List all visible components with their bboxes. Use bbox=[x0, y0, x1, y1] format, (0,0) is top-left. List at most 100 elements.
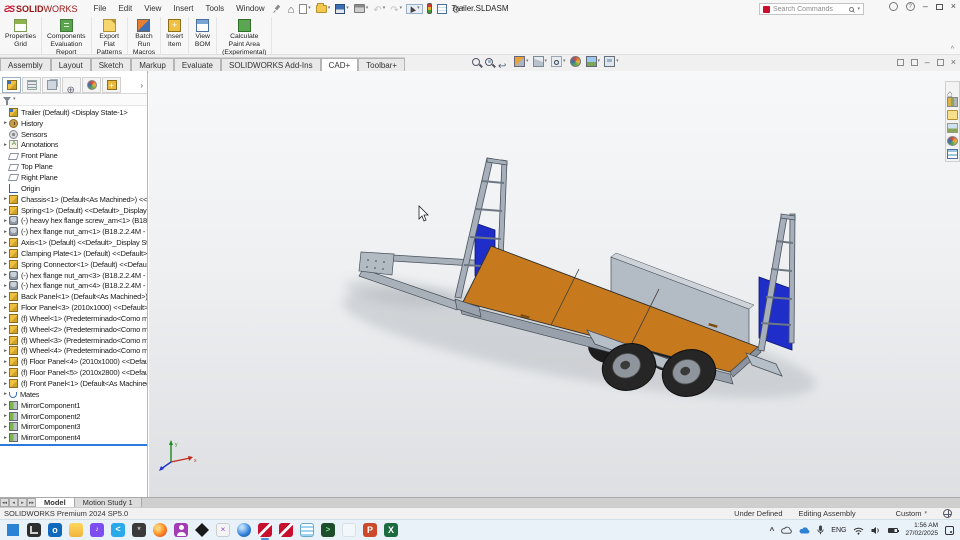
tree-item-row[interactable]: ▸ (-) hex flange nut_am<3> (B18.2.2.4M -… bbox=[0, 270, 147, 281]
user-profile-icon[interactable] bbox=[888, 2, 898, 11]
tree-item-row[interactable]: Sensors bbox=[0, 129, 147, 140]
feature-panel-tab[interactable] bbox=[42, 77, 61, 93]
previous-view-icon[interactable] bbox=[498, 56, 509, 67]
tree-item-row[interactable]: ▸ History bbox=[0, 118, 147, 129]
headsup-tool[interactable]: ▾ bbox=[532, 56, 547, 67]
headsup-tool[interactable] bbox=[569, 56, 582, 67]
menu-item[interactable]: View bbox=[138, 2, 167, 15]
tree-item-row[interactable]: ▸ (-) hex flange nut_am<4> (B18.2.2.4M -… bbox=[0, 281, 147, 292]
tree-item-row[interactable]: ▸ MirrorComponent3 bbox=[0, 421, 147, 432]
open-icon[interactable]: ▾ bbox=[315, 2, 332, 14]
onedrive-icon[interactable] bbox=[799, 526, 810, 535]
rebuild-traffic-icon[interactable] bbox=[426, 2, 433, 15]
tree-item-row[interactable]: ▸ Annotations bbox=[0, 140, 147, 151]
view-orientation-icon[interactable] bbox=[532, 56, 544, 67]
taskbar-clock[interactable]: 1:56 AM 27/02/2025 bbox=[905, 522, 938, 538]
widgets-icon[interactable] bbox=[27, 523, 41, 537]
tree-item-row[interactable]: Front Plane bbox=[0, 150, 147, 161]
outlook-icon[interactable] bbox=[48, 523, 62, 537]
print-icon[interactable]: ▾ bbox=[353, 3, 370, 14]
tree-item-row[interactable]: ▸ (-) hex flange nut_am<1> (B18.2.2.4M -… bbox=[0, 226, 147, 237]
ghost-app-icon[interactable] bbox=[342, 523, 356, 537]
command-button[interactable]: Properties Grid bbox=[0, 17, 42, 54]
doc-close-icon[interactable]: × bbox=[951, 58, 956, 67]
filter-caret-icon[interactable]: ▾ bbox=[13, 97, 16, 102]
inkscape-icon[interactable] bbox=[195, 523, 209, 537]
doc-minimize-icon[interactable]: – bbox=[925, 58, 930, 67]
view-settings-icon[interactable] bbox=[604, 56, 616, 67]
tree-item-row[interactable]: ▸ Clamping Plate<1> (Default) <<Default>… bbox=[0, 248, 147, 259]
tree-item-row[interactable]: Top Plane bbox=[0, 161, 147, 172]
graphics-viewport[interactable]: y x bbox=[149, 71, 960, 497]
tree-item-row[interactable]: ▸ MirrorComponent1 bbox=[0, 400, 147, 411]
viewer-icon[interactable] bbox=[216, 523, 230, 537]
tree-item-row[interactable]: ▸ MirrorComponent2 bbox=[0, 411, 147, 422]
doc-pane-left-icon[interactable] bbox=[896, 59, 904, 66]
tree-root-row[interactable]: Trailer (Default) <Display State-1> bbox=[0, 107, 147, 118]
tree-item-row[interactable]: ▸ (f) Wheel<4> (Predeterminado<Como meca… bbox=[0, 346, 147, 357]
help-icon[interactable]: ? bbox=[905, 2, 915, 11]
command-button[interactable]: Insert Item bbox=[161, 17, 190, 54]
tab-nav-button[interactable]: ▸▸ bbox=[27, 498, 36, 507]
zoom-area-icon[interactable] bbox=[485, 57, 493, 66]
tab-nav-button[interactable]: ▸ bbox=[18, 498, 27, 507]
new-document-icon[interactable]: ▾ bbox=[298, 3, 312, 15]
redo-icon[interactable]: ▾ bbox=[389, 0, 403, 19]
file-explorer-icon[interactable] bbox=[947, 110, 958, 120]
hide-show-icon[interactable] bbox=[551, 56, 563, 67]
menu-item[interactable]: File bbox=[88, 2, 113, 15]
config-caret-icon[interactable]: ▾ bbox=[924, 511, 927, 516]
search-commands-box[interactable]: Search Commands ▾ bbox=[759, 3, 864, 15]
section-view-icon[interactable] bbox=[514, 56, 525, 67]
tab-nav-button[interactable]: ◂◂ bbox=[0, 498, 9, 507]
zoom-fit-icon[interactable] bbox=[472, 57, 480, 66]
tree-item-row[interactable]: Origin bbox=[0, 183, 147, 194]
tree-item-row[interactable]: ▸ (f) Floor Panel<5> (2010x2800) <<Defau… bbox=[0, 367, 147, 378]
home-pane-icon[interactable] bbox=[947, 84, 958, 94]
menu-item[interactable]: Edit bbox=[112, 2, 138, 15]
status-config[interactable]: Custom bbox=[896, 509, 922, 518]
menu-item[interactable]: Tools bbox=[199, 2, 230, 15]
headsup-tool[interactable] bbox=[472, 57, 481, 66]
options-gear-icon[interactable]: ▾ bbox=[451, 0, 465, 19]
notification-icon[interactable] bbox=[945, 525, 954, 535]
excel-icon[interactable] bbox=[384, 523, 398, 537]
tab-nav-button[interactable]: ◂ bbox=[9, 498, 18, 507]
microphone-icon[interactable] bbox=[817, 525, 824, 535]
apply-scene-icon[interactable] bbox=[585, 56, 597, 67]
search-icon[interactable] bbox=[849, 6, 855, 12]
headsup-tool[interactable]: ▾ bbox=[551, 56, 566, 67]
menu-item[interactable]: Window bbox=[230, 2, 270, 15]
media-icon[interactable] bbox=[90, 523, 104, 537]
tree-item-row[interactable]: ▸ Spring Connector<1> (Default) <<Defaul… bbox=[0, 259, 147, 270]
command-button[interactable]: Batch Run Macros bbox=[128, 17, 162, 56]
wifi-icon[interactable] bbox=[853, 526, 864, 535]
pin-icon[interactable] bbox=[273, 5, 281, 13]
restore-icon[interactable] bbox=[935, 3, 943, 10]
powerpoint-icon[interactable] bbox=[363, 523, 377, 537]
tree-item-row[interactable]: ▸ MirrorComponent4 bbox=[0, 432, 147, 443]
design-library-icon[interactable] bbox=[947, 97, 958, 107]
language-indicator[interactable]: ENG bbox=[831, 527, 846, 534]
tree-item-row[interactable]: ▸ (f) Floor Panel<4> (2010x1000) <<Defau… bbox=[0, 356, 147, 367]
headsup-tool[interactable] bbox=[485, 57, 494, 66]
notes-icon[interactable] bbox=[300, 523, 314, 537]
search-caret-icon[interactable]: ▾ bbox=[857, 6, 860, 12]
undo-icon[interactable]: ▾ bbox=[372, 0, 386, 19]
feature-panel-tab[interactable] bbox=[22, 77, 41, 93]
tree-item-row[interactable]: ▸ Mates bbox=[0, 389, 147, 400]
save-icon[interactable]: ▾ bbox=[334, 3, 350, 15]
view-palette-icon[interactable] bbox=[947, 123, 958, 133]
headsup-tool[interactable]: ▾ bbox=[585, 56, 600, 67]
tree-item-row[interactable]: ▸ (-) heavy hex flange screw_am<1> (B18.… bbox=[0, 215, 147, 226]
model-tab[interactable]: Motion Study 1 bbox=[74, 498, 142, 507]
feature-panel-tab[interactable] bbox=[102, 77, 121, 93]
tree-item-row[interactable]: ▸ Axis<1> (Default) <<Default>_Display S… bbox=[0, 237, 147, 248]
explorer-icon[interactable] bbox=[69, 523, 83, 537]
file-properties-icon[interactable] bbox=[436, 3, 448, 15]
feature-panel-tab[interactable] bbox=[82, 77, 101, 93]
firefox-icon[interactable] bbox=[153, 523, 167, 537]
edit-appearance-icon[interactable] bbox=[569, 56, 581, 67]
doc-restore-icon[interactable] bbox=[936, 59, 944, 66]
graphics-area[interactable]: y x bbox=[149, 71, 960, 497]
